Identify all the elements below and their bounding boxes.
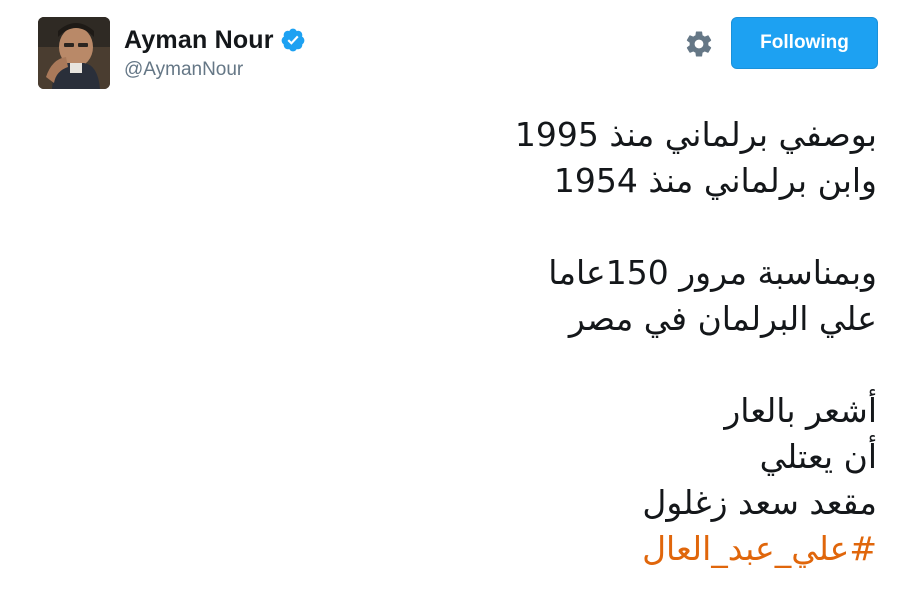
following-button[interactable]: Following bbox=[731, 17, 878, 69]
tweet-line: مقعد سعد زغلول bbox=[642, 483, 877, 522]
author-block: Ayman Nour @AymanNour bbox=[124, 24, 306, 81]
hashtag-link[interactable]: #علي_عبد_العال bbox=[642, 529, 877, 568]
name-row: Ayman Nour bbox=[124, 24, 306, 56]
verified-badge-icon bbox=[280, 27, 306, 53]
tweet-line: أشعر بالعار bbox=[724, 391, 877, 430]
tweet-line: بوصفي برلماني منذ 1995 bbox=[514, 115, 877, 154]
hashtag-line: #علي_عبد_العال bbox=[57, 526, 877, 572]
tweet-line: أن يعتلي bbox=[759, 437, 877, 476]
tweet-text: بوصفي برلماني منذ 1995 وابن برلماني منذ … bbox=[57, 112, 877, 572]
author-handle[interactable]: @AymanNour bbox=[124, 59, 306, 81]
avatar[interactable] bbox=[38, 17, 110, 89]
avatar-image bbox=[38, 17, 110, 89]
gear-icon[interactable] bbox=[684, 29, 714, 59]
tweet-line: وبمناسبة مرور 150عاما bbox=[548, 253, 877, 292]
tweet-card: Ayman Nour @AymanNour Following بوصفي بر… bbox=[0, 0, 913, 596]
author-name[interactable]: Ayman Nour bbox=[124, 26, 274, 55]
tweet-line: وابن برلماني منذ 1954 bbox=[553, 161, 877, 200]
tweet-line: علي البرلمان في مصر bbox=[568, 299, 877, 338]
